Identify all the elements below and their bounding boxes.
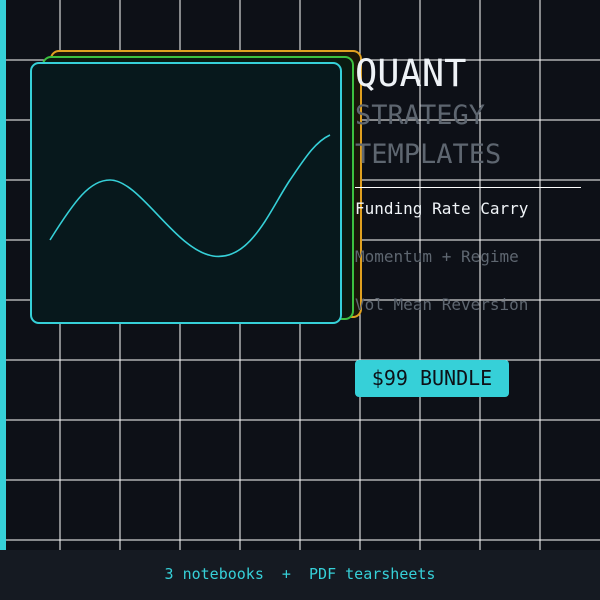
template-item: Momentum + Regime xyxy=(355,247,519,266)
title-strategy: STRATEGY xyxy=(355,100,486,131)
template-item: Vol Mean Reversion xyxy=(355,295,529,314)
bundle-price-button[interactable]: $99 BUNDLE xyxy=(355,360,509,397)
divider xyxy=(355,187,581,188)
template-item: Funding Rate Carry xyxy=(355,199,529,218)
footer-caption: 3 notebooks + PDF tearsheets xyxy=(0,550,600,600)
title-quant: QUANT xyxy=(355,52,467,95)
equity-curve-line xyxy=(49,134,331,258)
title-templates: TEMPLATES xyxy=(355,139,502,170)
